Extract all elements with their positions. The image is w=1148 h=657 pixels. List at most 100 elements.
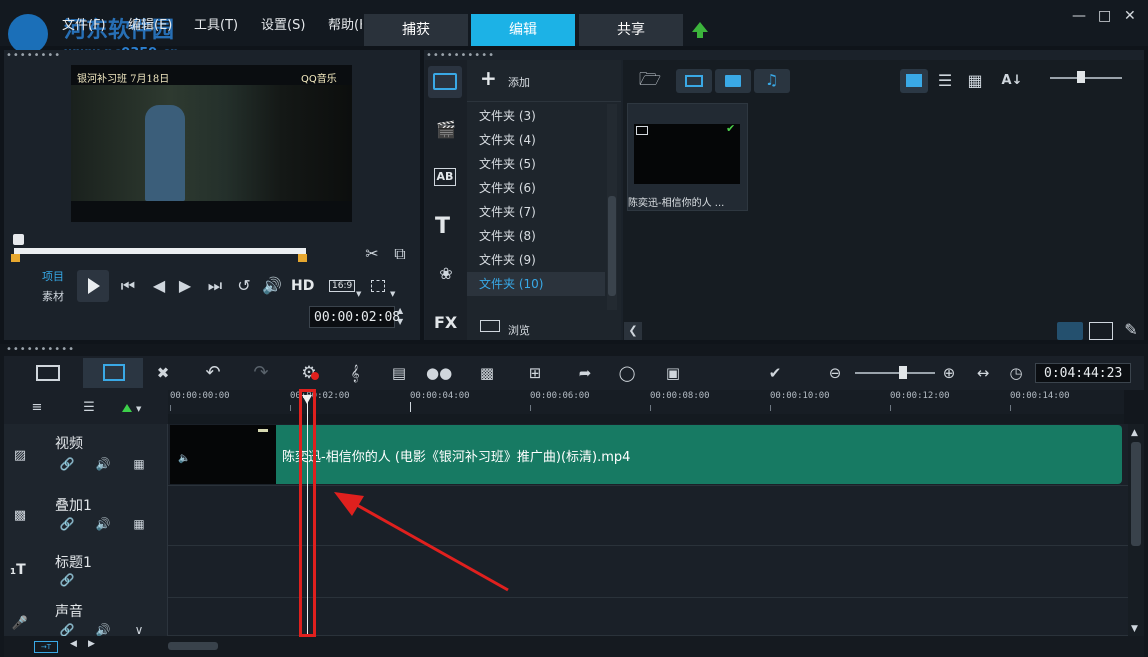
list-view-icon[interactable]: ☰ bbox=[932, 71, 958, 91]
folder-item-selected[interactable]: 文件夹 (10) bbox=[467, 272, 605, 296]
mute-icon[interactable]: 🔊 bbox=[94, 514, 112, 534]
menu-file[interactable]: 文件(F) bbox=[62, 14, 106, 33]
aspect-ratio-button[interactable]: 16:9 bbox=[329, 280, 356, 292]
close-icon[interactable]: ✕ bbox=[1124, 8, 1136, 24]
repeat-icon[interactable]: ↺ bbox=[234, 276, 254, 296]
tab-share[interactable]: 共享 bbox=[579, 14, 683, 46]
tab-capture[interactable]: 捕获 bbox=[364, 14, 468, 46]
track-manager-icon[interactable]: ≡ bbox=[26, 398, 48, 418]
folder-item[interactable]: 文件夹 (3) bbox=[467, 104, 605, 128]
scroll-right-icon[interactable]: ▶ bbox=[88, 639, 95, 649]
aspect-dropdown-icon[interactable]: ▼ bbox=[356, 290, 361, 298]
grid-icon[interactable]: ▦ bbox=[130, 514, 148, 534]
thumbnail-size-thumb[interactable] bbox=[1077, 71, 1085, 83]
timeline-vscroll-thumb[interactable] bbox=[1131, 442, 1141, 546]
trim-start-marker[interactable] bbox=[13, 234, 24, 245]
zoom-in-icon[interactable]: ⊕ bbox=[936, 362, 962, 384]
scissors-icon[interactable]: ✂ bbox=[362, 244, 382, 264]
storyboard-view-button[interactable] bbox=[32, 362, 64, 384]
graphic-icon[interactable]: ❀ bbox=[434, 264, 458, 284]
instant-project-icon[interactable]: 🎬 bbox=[434, 120, 458, 140]
add-marker-dropdown-icon[interactable]: ▼ bbox=[136, 405, 141, 413]
folder-item[interactable]: 文件夹 (6) bbox=[467, 176, 605, 200]
mode-clip-label[interactable]: 素材 bbox=[42, 288, 64, 304]
tools-icon[interactable]: ✖ bbox=[150, 362, 176, 384]
crop-dropdown-icon[interactable]: ▼ bbox=[390, 290, 395, 298]
step-back-icon[interactable]: ◀ bbox=[149, 276, 169, 296]
timeline-hscroll-thumb[interactable] bbox=[168, 642, 218, 650]
add-folder-button[interactable]: + 添加 bbox=[478, 66, 548, 92]
scrub-bar[interactable] bbox=[14, 248, 306, 254]
trim-in-handle[interactable] bbox=[11, 254, 20, 262]
copy-icon[interactable]: ⧉ bbox=[390, 244, 410, 264]
zoom-slider[interactable] bbox=[855, 372, 935, 374]
tab-edit[interactable]: 编辑 bbox=[471, 14, 575, 46]
browse-button[interactable]: 浏览 bbox=[478, 318, 558, 338]
import-folder-icon[interactable]: 🗁 bbox=[638, 70, 662, 90]
time-remap-icon[interactable]: ➦ bbox=[572, 362, 598, 384]
link-icon[interactable]: 🔗 bbox=[58, 570, 76, 590]
thumb-view-icon[interactable]: ▦ bbox=[962, 71, 988, 91]
crop-icon[interactable] bbox=[371, 280, 385, 292]
mute-icon[interactable]: 🔊 bbox=[94, 454, 112, 474]
folder-item[interactable]: 文件夹 (9) bbox=[467, 248, 605, 272]
title-icon[interactable]: T bbox=[435, 214, 450, 239]
track-height-button[interactable]: →T bbox=[34, 641, 58, 653]
folder-item[interactable]: 文件夹 (8) bbox=[467, 224, 605, 248]
show-photo-button[interactable] bbox=[715, 69, 751, 93]
view-large-button[interactable] bbox=[900, 69, 928, 93]
folder-item[interactable]: 文件夹 (5) bbox=[467, 152, 605, 176]
menu-help[interactable]: 帮助(H) bbox=[328, 14, 362, 33]
folder-item[interactable]: 文件夹 (7) bbox=[467, 200, 605, 224]
volume-icon[interactable]: 🔊 bbox=[262, 276, 282, 296]
menu-settings[interactable]: 设置(S) bbox=[261, 14, 305, 33]
trim-out-handle[interactable] bbox=[298, 254, 307, 262]
mask-creator-icon[interactable]: ◯ bbox=[614, 362, 640, 384]
undo-icon[interactable]: ↶ bbox=[200, 362, 226, 384]
grid-icon[interactable]: ▦ bbox=[130, 454, 148, 474]
folder-item[interactable]: 文件夹 (4) bbox=[467, 128, 605, 152]
folder-scrollbar-thumb[interactable] bbox=[608, 196, 616, 296]
scroll-up-icon[interactable]: ▲ bbox=[1131, 428, 1138, 438]
edit-pencil-icon[interactable]: ✎ bbox=[1120, 320, 1142, 340]
pan-zoom-icon[interactable]: ▣ bbox=[660, 362, 686, 384]
timeline-view-button[interactable] bbox=[83, 358, 143, 388]
hd-button[interactable]: HD bbox=[291, 278, 314, 294]
chapter-icon[interactable]: ☰ bbox=[78, 398, 100, 418]
step-forward-icon[interactable]: ▶ bbox=[175, 276, 195, 296]
transition-icon[interactable]: AB bbox=[434, 168, 456, 186]
show-audio-button[interactable]: ♫ bbox=[754, 69, 790, 93]
skip-end-icon[interactable]: ⏭ bbox=[205, 276, 225, 296]
thumbnail-size-slider[interactable] bbox=[1050, 77, 1122, 79]
menu-edit[interactable]: 编辑(E) bbox=[128, 14, 172, 33]
maximize-icon[interactable]: □ bbox=[1098, 8, 1111, 24]
subtitle-editor-icon[interactable]: ▩ bbox=[474, 362, 500, 384]
smart-proxy-icon[interactable]: ✔ bbox=[762, 362, 788, 384]
mode-project-label[interactable]: 项目 bbox=[42, 268, 64, 284]
audio-mixer-icon[interactable]: 𝄞 bbox=[342, 362, 368, 384]
zoom-slider-thumb[interactable] bbox=[899, 366, 907, 379]
scroll-down-icon[interactable]: ▼ bbox=[1131, 624, 1138, 634]
fit-project-icon[interactable]: ↔ bbox=[970, 362, 996, 384]
timecode-display[interactable]: 00:00:02:08 bbox=[309, 306, 400, 328]
layout-button-2[interactable] bbox=[1089, 322, 1113, 340]
fx-filter-icon[interactable]: FX bbox=[434, 313, 457, 332]
auto-music-icon[interactable]: ▤ bbox=[386, 362, 412, 384]
sort-icon[interactable]: A↓ bbox=[1000, 71, 1024, 91]
library-clip-card[interactable]: ✔ 陈奕迅-相信你的人 ... bbox=[627, 103, 748, 211]
redo-icon[interactable]: ↷ bbox=[248, 362, 274, 384]
timecode-up-icon[interactable]: ▲ bbox=[397, 306, 403, 315]
timecode-down-icon[interactable]: ▼ bbox=[397, 317, 403, 326]
link-icon[interactable]: 🔗 bbox=[58, 454, 76, 474]
video-clip-thumbnail[interactable]: 🔈 bbox=[170, 425, 276, 484]
multi-camera-icon[interactable]: ⊞ bbox=[522, 362, 548, 384]
motion-tracking-icon[interactable]: ●● bbox=[426, 362, 452, 384]
panel-grip[interactable]: •••••••• bbox=[6, 50, 61, 61]
panel-grip[interactable]: •••••••••• bbox=[6, 344, 75, 355]
layout-button-1[interactable] bbox=[1057, 322, 1083, 340]
zoom-out-icon[interactable]: ⊖ bbox=[822, 362, 848, 384]
clock-icon[interactable]: ◷ bbox=[1003, 362, 1029, 384]
menu-tools[interactable]: 工具(T) bbox=[194, 14, 238, 33]
show-video-button[interactable] bbox=[676, 69, 712, 93]
minimize-icon[interactable]: — bbox=[1072, 8, 1086, 24]
